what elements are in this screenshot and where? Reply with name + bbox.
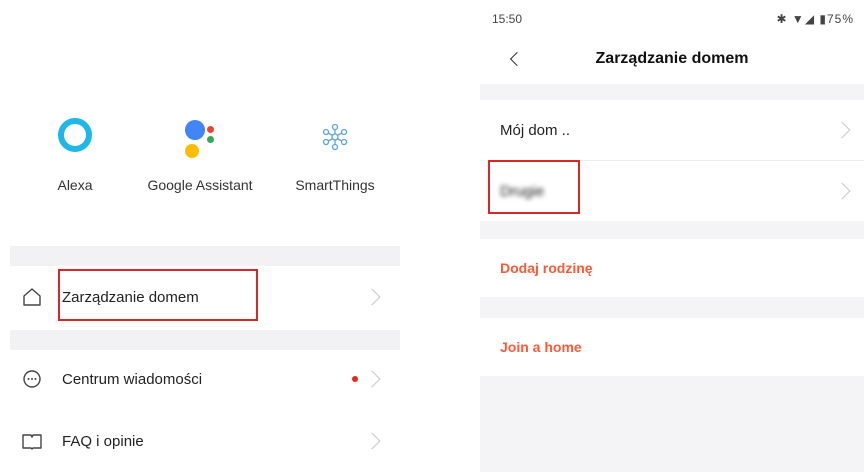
status-indicators: ✱ ▼◢ ▮75%	[776, 12, 854, 26]
book-icon	[10, 431, 54, 451]
home-icon	[10, 287, 54, 307]
chevron-right-icon	[363, 288, 381, 306]
alexa-tile[interactable]: Alexa	[20, 112, 130, 194]
nav-bar: Zarządzanie domem	[480, 36, 864, 84]
smartthings-tile[interactable]: SmartThings	[280, 112, 390, 194]
settings-panel: Alexa Google Assistant SmartThings Zarzą…	[0, 0, 400, 472]
alexa-label: Alexa	[57, 177, 93, 193]
chat-bubble-icon	[10, 369, 54, 389]
alexa-icon	[58, 118, 92, 152]
home-list-item[interactable]: Mój dom ..	[480, 100, 864, 160]
home-management-screen: 15:50 ✱ ▼◢ ▮75% Zarządzanie domem Mój do…	[480, 0, 864, 472]
join-home-button[interactable]: Join a home	[480, 318, 864, 376]
voice-assistants: Alexa Google Assistant SmartThings	[0, 112, 400, 232]
google-assistant-icon	[145, 112, 255, 162]
menu-item-label: Centrum wiadomości	[62, 370, 203, 388]
join-home-label: Join a home	[500, 339, 582, 355]
add-family-label: Dodaj rodzinę	[500, 260, 593, 276]
smartthings-icon	[322, 123, 348, 151]
unread-badge	[352, 376, 358, 382]
add-family-button[interactable]: Dodaj rodzinę	[480, 239, 864, 297]
menu-item-label: FAQ i opinie	[62, 432, 144, 450]
status-bar: 15:50 ✱ ▼◢ ▮75%	[480, 0, 864, 36]
page-title: Zarządzanie domem	[595, 50, 749, 67]
menu-item-label: Zarządzanie domem	[62, 288, 199, 306]
chevron-right-icon	[363, 432, 381, 450]
smartthings-label: SmartThings	[295, 177, 375, 193]
chevron-right-icon	[363, 370, 381, 388]
google-assistant-tile[interactable]: Google Assistant	[145, 112, 255, 194]
home-name: Mój dom ..	[500, 121, 571, 139]
status-time: 15:50	[492, 12, 523, 26]
chevron-right-icon	[833, 121, 851, 139]
home-name-blurred: Drugie	[500, 182, 545, 200]
menu-item-home-management[interactable]: Zarządzanie domem	[10, 270, 400, 324]
menu-item-message-center[interactable]: Centrum wiadomości	[10, 352, 400, 406]
chevron-right-icon	[833, 182, 851, 200]
home-list-item[interactable]: Drugie	[480, 161, 864, 221]
menu-item-faq[interactable]: FAQ i opinie	[10, 414, 400, 468]
google-assistant-label: Google Assistant	[147, 177, 253, 193]
section-divider	[10, 246, 400, 266]
section-divider	[10, 330, 400, 350]
